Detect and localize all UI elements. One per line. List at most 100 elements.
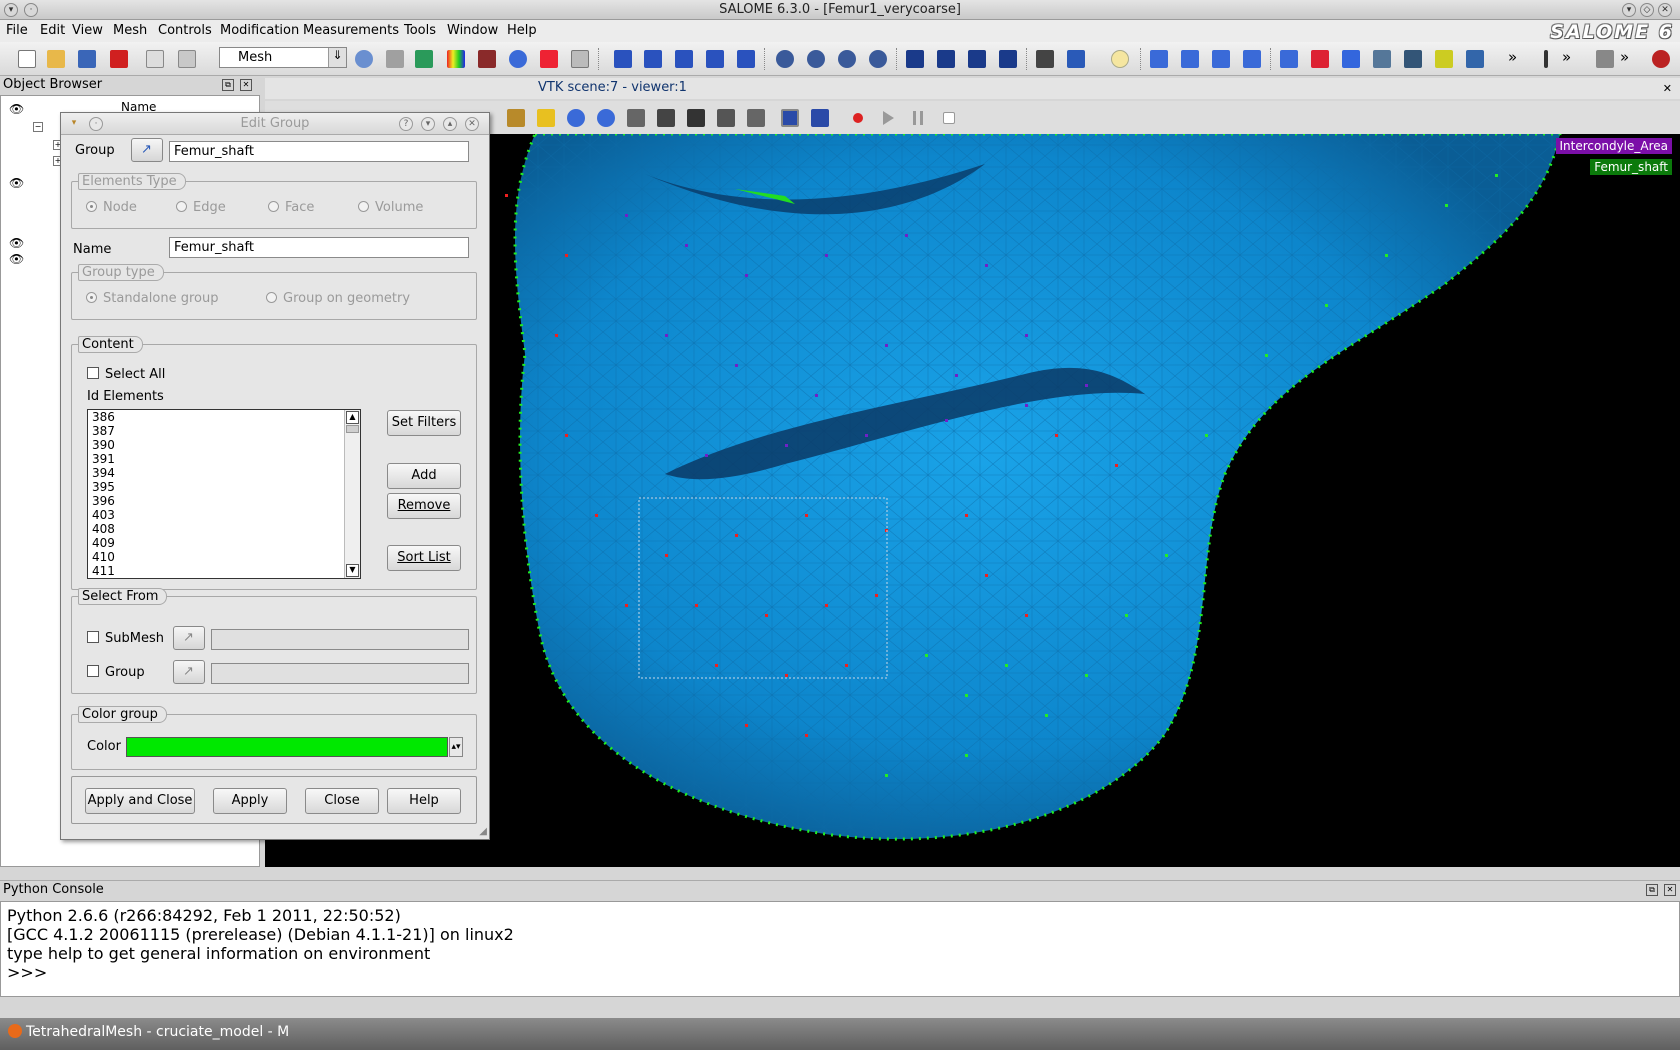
- scroll-down-icon[interactable]: ▼: [346, 564, 359, 577]
- ruler-icon[interactable]: [1466, 50, 1484, 68]
- apply-button[interactable]: Apply: [213, 788, 287, 814]
- toolbar-overflow-icon[interactable]: »: [1562, 48, 1571, 66]
- radio-standalone-group[interactable]: Standalone group: [86, 291, 218, 306]
- perspective-projection-icon[interactable]: [811, 109, 829, 127]
- aspect-ratio-icon[interactable]: [1280, 50, 1298, 68]
- select-all-checkbox[interactable]: Select All: [87, 367, 165, 382]
- scaling-icon[interactable]: [747, 109, 765, 127]
- clipping-icon[interactable]: [717, 109, 735, 127]
- help-button[interactable]: Help: [387, 788, 461, 814]
- radio-group-on-geometry[interactable]: Group on geometry: [266, 291, 410, 306]
- warping-icon[interactable]: [1311, 50, 1329, 68]
- scroll-thumb[interactable]: [346, 425, 359, 433]
- color-dropdown-icon[interactable]: ▴▾: [449, 737, 463, 757]
- group-geometry-icon[interactable]: [937, 50, 955, 68]
- menu-measurements[interactable]: Measurements: [303, 23, 399, 38]
- close-icon[interactable]: ✕: [465, 117, 479, 131]
- rotate-left-icon[interactable]: [567, 109, 585, 127]
- radio-face[interactable]: Face: [268, 200, 314, 215]
- color-swatch[interactable]: [126, 737, 448, 757]
- close-panel-icon[interactable]: ✕: [1664, 884, 1676, 896]
- zoom-icon[interactable]: [1596, 50, 1614, 68]
- edit-group-icon[interactable]: [968, 50, 986, 68]
- list-item[interactable]: 391: [88, 452, 360, 466]
- lod-icon[interactable]: [657, 109, 675, 127]
- sort-list-button[interactable]: Sort List: [387, 545, 461, 571]
- taper-icon[interactable]: [1373, 50, 1391, 68]
- activate-module-icon[interactable]: [355, 50, 373, 68]
- exit-icon[interactable]: [1652, 50, 1670, 68]
- radio-edge[interactable]: Edge: [176, 200, 226, 215]
- tree-expander-icon[interactable]: −: [33, 122, 43, 132]
- edit-mesh-icon[interactable]: [675, 50, 693, 68]
- volume-icon[interactable]: [1404, 50, 1422, 68]
- play-icon[interactable]: [883, 111, 894, 125]
- close-panel-icon[interactable]: ✕: [240, 79, 252, 91]
- fit-all-icon[interactable]: [507, 109, 525, 127]
- maximize-icon[interactable]: ◇: [1640, 3, 1654, 17]
- pause-icon[interactable]: [913, 111, 923, 125]
- close-window-icon[interactable]: ✕: [1658, 3, 1672, 17]
- trihedron-icon[interactable]: [627, 109, 645, 127]
- free-borders-icon[interactable]: [1150, 50, 1168, 68]
- mesh-icon[interactable]: [415, 50, 433, 68]
- apply-and-close-button[interactable]: Apply and Close: [85, 788, 195, 814]
- group-checkbox[interactable]: Group: [87, 665, 145, 680]
- id-elements-list[interactable]: 386 387 390 391 394 395 396 403 408 409 …: [87, 409, 361, 579]
- list-item[interactable]: 409: [88, 536, 360, 550]
- links-icon[interactable]: [540, 50, 558, 68]
- list-item[interactable]: 411: [88, 564, 360, 578]
- skew-icon[interactable]: [1342, 50, 1360, 68]
- eye-icon[interactable]: 👁: [9, 102, 24, 116]
- open-folder-icon[interactable]: [47, 50, 65, 68]
- menu-modification[interactable]: Modification: [220, 23, 299, 38]
- free-edges-icon[interactable]: [1181, 50, 1199, 68]
- report-icon[interactable]: [571, 50, 589, 68]
- scroll-up-icon[interactable]: ▲: [346, 411, 359, 424]
- console-prompt[interactable]: >>>: [7, 963, 1673, 982]
- list-item[interactable]: 408: [88, 522, 360, 536]
- eye-icon[interactable]: 👁: [9, 252, 24, 266]
- resize-grip-icon[interactable]: ◢: [479, 826, 487, 837]
- close-viewer-icon[interactable]: ✕: [1663, 82, 1672, 95]
- add-button[interactable]: Add: [387, 463, 461, 489]
- close-button[interactable]: Close: [305, 788, 379, 814]
- record-icon[interactable]: [853, 113, 863, 123]
- menu-mesh[interactable]: Mesh: [113, 23, 147, 38]
- maximize-icon[interactable]: ▴: [443, 117, 457, 131]
- float-panel-icon[interactable]: ⧉: [1646, 884, 1658, 896]
- compute-icon[interactable]: [706, 50, 724, 68]
- union-groups-icon[interactable]: [999, 50, 1017, 68]
- new-document-icon[interactable]: [18, 50, 36, 68]
- node-select-icon[interactable]: [1111, 50, 1129, 68]
- gear-icon[interactable]: [807, 50, 825, 68]
- copy-icon[interactable]: [146, 50, 164, 68]
- list-scrollbar[interactable]: ▲ ▼: [344, 410, 360, 578]
- list-item[interactable]: 394: [88, 466, 360, 480]
- menu-help[interactable]: Help: [507, 23, 537, 38]
- evaluate-icon[interactable]: [737, 50, 755, 68]
- taskbar-item[interactable]: TetrahedralMesh - cruciate_model - M: [8, 1024, 289, 1040]
- menu-window[interactable]: Window: [447, 23, 498, 38]
- toolbar-overflow-icon[interactable]: »: [1620, 48, 1629, 66]
- menu-view[interactable]: View: [72, 23, 103, 38]
- stop-icon[interactable]: [943, 112, 955, 124]
- gear-icon[interactable]: [776, 50, 794, 68]
- list-item[interactable]: 395: [88, 480, 360, 494]
- gear-icon[interactable]: [838, 50, 856, 68]
- length-icon[interactable]: [1212, 50, 1230, 68]
- hand-icon[interactable]: [386, 50, 404, 68]
- group-field[interactable]: Femur_shaft: [169, 141, 469, 162]
- minimize-icon[interactable]: ▾: [1622, 3, 1636, 17]
- save-icon[interactable]: [78, 50, 96, 68]
- close-document-icon[interactable]: [110, 50, 128, 68]
- chevron-down-icon[interactable]: ⇓: [328, 48, 346, 67]
- gear-icon[interactable]: [869, 50, 887, 68]
- list-item[interactable]: 386: [88, 410, 360, 424]
- python-console[interactable]: Python 2.6.6 (r266:84292, Feb 1 2011, 22…: [0, 901, 1680, 997]
- remove-button[interactable]: Remove: [387, 493, 461, 519]
- menu-tools[interactable]: Tools: [404, 23, 436, 38]
- menu-file[interactable]: File: [6, 23, 28, 38]
- eye-icon[interactable]: 👁: [9, 176, 24, 190]
- list-item[interactable]: 390: [88, 438, 360, 452]
